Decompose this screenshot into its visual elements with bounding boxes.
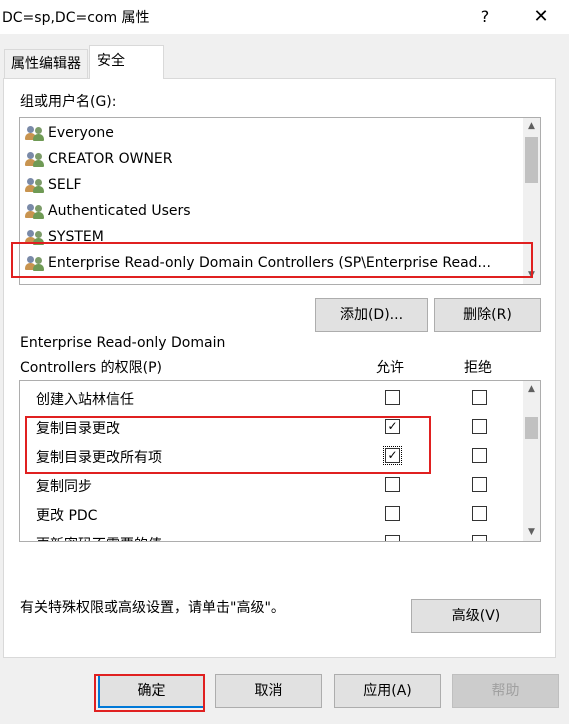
user-name: Enterprise Read-only Domain Controllers …: [48, 255, 491, 271]
permission-row: 更新密码不需要的值: [20, 529, 525, 541]
allow-checkbox-checked[interactable]: ✓: [385, 419, 400, 434]
help-icon[interactable]: ?: [462, 2, 508, 32]
permission-row: 更改 PDC: [20, 500, 525, 529]
user-group-icon: [25, 229, 45, 245]
user-name: Everyone: [48, 125, 114, 141]
list-item[interactable]: SYSTEM: [25, 224, 104, 250]
title-bar: DC=sp,DC=com 属性 ? ✕: [0, 0, 569, 34]
allow-checkbox[interactable]: [385, 477, 400, 492]
permissions-list[interactable]: 创建入站林信任 复制目录更改 ✓ 复制目录更改所有项 ✓ 复制同步 更改 PDC: [19, 380, 541, 542]
list-item[interactable]: CREATOR OWNER: [25, 146, 173, 172]
permissions-scrollbar[interactable]: ▲ ▼: [523, 381, 540, 541]
tab-attribute-editor[interactable]: 属性编辑器: [4, 49, 88, 79]
user-group-icon: [25, 203, 45, 219]
permission-name: 更新密码不需要的值: [36, 534, 162, 541]
advanced-hint: 有关特殊权限或高级设置，请单击"高级"。: [20, 600, 285, 616]
permission-row: 复制同步: [20, 471, 525, 500]
permission-row: 创建入站林信任: [20, 384, 525, 413]
scroll-down-icon[interactable]: ▼: [523, 267, 540, 284]
permission-name: 复制同步: [36, 479, 92, 495]
scroll-down-icon[interactable]: ▼: [523, 524, 540, 541]
allow-checkbox-checked[interactable]: ✓: [383, 446, 402, 465]
deny-checkbox[interactable]: [472, 535, 487, 541]
security-panel: 组或用户名(G): Everyone CREATOR OWNER SELF Au…: [3, 78, 556, 658]
user-name: Authenticated Users: [48, 203, 191, 219]
permissions-title-line2: Controllers 的权限(P): [20, 360, 162, 376]
apply-button[interactable]: 应用(A): [334, 674, 441, 708]
permission-row: 复制目录更改所有项 ✓: [20, 442, 525, 471]
user-group-icon: [25, 151, 45, 167]
tab-security[interactable]: 安全: [89, 45, 164, 79]
help-button: 帮助: [452, 674, 559, 708]
user-group-icon: [25, 177, 45, 193]
deny-checkbox[interactable]: [472, 448, 487, 463]
scroll-thumb[interactable]: [525, 137, 538, 183]
permission-name: 更改 PDC: [36, 508, 98, 524]
permissions-title-line1: Enterprise Read-only Domain: [20, 335, 226, 351]
permission-name: 复制目录更改所有项: [36, 450, 162, 466]
user-name: SELF: [48, 177, 82, 193]
list-item[interactable]: Everyone: [25, 120, 114, 146]
permission-name: 创建入站林信任: [36, 392, 134, 408]
list-item-selected[interactable]: Enterprise Read-only Domain Controllers …: [25, 250, 491, 276]
list-item[interactable]: SELF: [25, 172, 82, 198]
user-name: CREATOR OWNER: [48, 151, 173, 167]
users-listbox[interactable]: Everyone CREATOR OWNER SELF Authenticate…: [19, 117, 541, 285]
allow-checkbox[interactable]: [385, 506, 400, 521]
user-group-icon: [25, 125, 45, 141]
permission-row: 复制目录更改 ✓: [20, 413, 525, 442]
remove-button[interactable]: 删除(R): [434, 298, 541, 332]
scroll-up-icon[interactable]: ▲: [523, 381, 540, 398]
dialog-client: 属性编辑器 安全 组或用户名(G): Everyone CREATOR OWNE…: [0, 34, 569, 724]
allow-header: 允许: [376, 360, 404, 376]
advanced-button[interactable]: 高级(V): [411, 599, 541, 633]
user-group-icon: [25, 255, 45, 271]
deny-checkbox[interactable]: [472, 506, 487, 521]
add-button[interactable]: 添加(D)...: [315, 298, 428, 332]
user-name: SYSTEM: [48, 229, 104, 245]
allow-checkbox[interactable]: [385, 535, 400, 541]
scroll-up-icon[interactable]: ▲: [523, 118, 540, 135]
allow-checkbox[interactable]: [385, 390, 400, 405]
ok-button[interactable]: 确定: [98, 674, 205, 708]
scroll-thumb[interactable]: [525, 417, 538, 439]
users-scrollbar[interactable]: ▲ ▼: [523, 118, 540, 284]
list-item[interactable]: Authenticated Users: [25, 198, 191, 224]
cancel-button[interactable]: 取消: [215, 674, 322, 708]
window-title: DC=sp,DC=com 属性: [2, 10, 150, 26]
deny-header: 拒绝: [464, 360, 492, 376]
deny-checkbox[interactable]: [472, 390, 487, 405]
deny-checkbox[interactable]: [472, 477, 487, 492]
deny-checkbox[interactable]: [472, 419, 487, 434]
close-icon[interactable]: ✕: [518, 2, 564, 32]
groups-users-label: 组或用户名(G):: [20, 94, 117, 110]
permission-name: 复制目录更改: [36, 421, 120, 437]
